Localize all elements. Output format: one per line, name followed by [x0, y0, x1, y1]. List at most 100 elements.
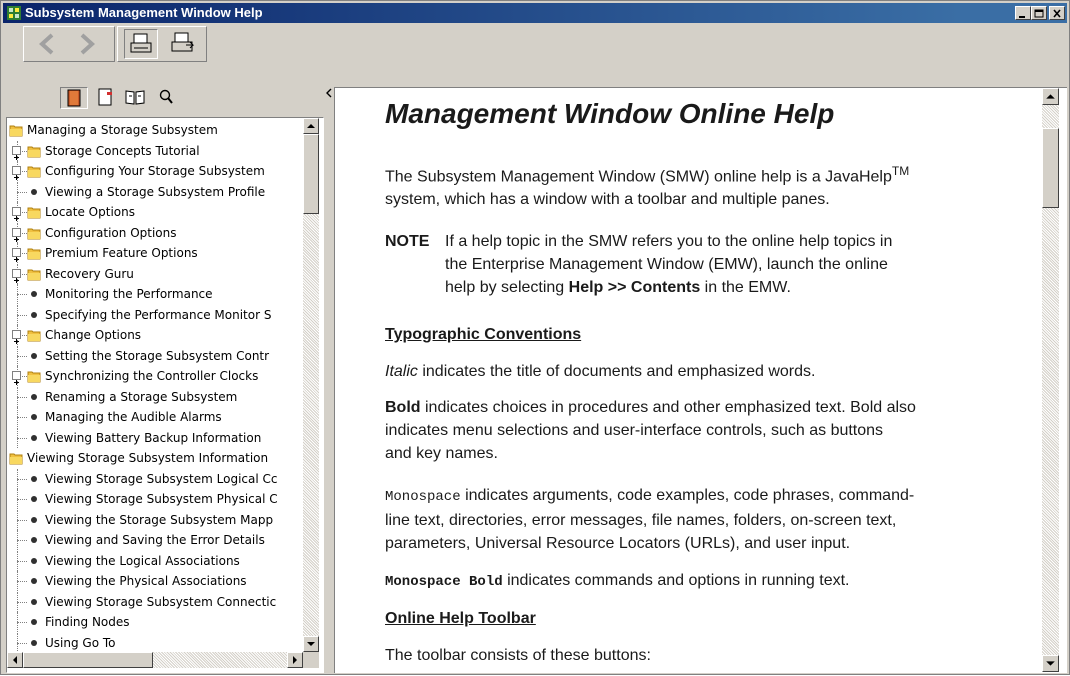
- back-button[interactable]: [30, 29, 64, 59]
- tree-item[interactable]: Configuring Your Storage Subsystem: [9, 161, 307, 181]
- title-bar[interactable]: Subsystem Management Window Help: [3, 3, 1067, 23]
- content-scroll-down-button[interactable]: [1042, 655, 1059, 672]
- tree-item[interactable]: Viewing and Saving the Error Details: [9, 530, 307, 550]
- expand-toggle[interactable]: [12, 371, 21, 385]
- tree-connector: [17, 304, 18, 325]
- tree-item[interactable]: Using Go To: [9, 632, 307, 652]
- tree-connector: [17, 191, 27, 193]
- content-pane: Management Window Online Help The Subsys…: [334, 87, 1067, 673]
- search-icon: [159, 89, 173, 104]
- intro-text-2: system, which has a window with a toolba…: [385, 191, 830, 209]
- tree-item[interactable]: Synchronizing the Controller Clocks: [9, 366, 307, 386]
- note-line-2: the Enterprise Management Window (EMW), …: [445, 256, 888, 273]
- close-button[interactable]: [1049, 6, 1065, 20]
- print-button[interactable]: [124, 29, 158, 59]
- content-vertical-scrollbar[interactable]: [1042, 88, 1059, 672]
- tree-item[interactable]: Viewing the Storage Subsystem Mapp: [9, 509, 307, 530]
- tree-item-label: Premium Feature Options: [45, 246, 198, 260]
- tree-connector: [17, 417, 27, 418]
- monospace-text-1: indicates arguments, code examples, code…: [460, 487, 915, 504]
- tree-item[interactable]: Locate Options: [9, 202, 307, 222]
- tree-item-label: Viewing the Physical Associations: [45, 574, 247, 588]
- plus-icon: [14, 380, 19, 385]
- tree-items: Managing a Storage Subsystem Storage Conc…: [7, 120, 307, 652]
- tab-contents[interactable]: [60, 87, 88, 109]
- tree-item[interactable]: Setting the Storage Subsystem Contr: [9, 345, 307, 366]
- expand-toggle[interactable]: [12, 166, 21, 180]
- plus-icon: [14, 277, 19, 283]
- collapse-arrow-icon[interactable]: [325, 87, 334, 107]
- printer-icon: [130, 33, 152, 53]
- pane-splitter[interactable]: [325, 87, 334, 673]
- tree-item-label: Configuration Options: [45, 225, 177, 240]
- content-scroll-up-button[interactable]: [1042, 88, 1059, 105]
- tree-vertical-scrollbar[interactable]: [303, 118, 319, 652]
- tree-item[interactable]: Viewing Storage Subsystem Information: [9, 448, 307, 468]
- italic-convention: Italic indicates the title of documents …: [385, 360, 815, 383]
- tree-item[interactable]: Finding Nodes: [9, 612, 307, 632]
- tree-item[interactable]: Viewing Storage Subsystem Connectic: [9, 591, 307, 612]
- online-help-toolbar-heading: Online Help Toolbar: [385, 610, 536, 627]
- tree-item[interactable]: Change Options: [9, 325, 307, 345]
- note-label: NOTE: [385, 233, 430, 250]
- tree-item[interactable]: Viewing Storage Subsystem Logical Cc: [9, 468, 307, 489]
- tab-search[interactable]: [154, 87, 182, 109]
- expand-toggle[interactable]: [12, 248, 21, 262]
- tree-item[interactable]: Viewing Storage Subsystem Physical C: [9, 489, 307, 509]
- bold-convention: Bold indicates choices in procedures and…: [385, 396, 916, 465]
- italic-text: indicates the title of documents and emp…: [417, 363, 816, 380]
- print-button-group: [117, 26, 207, 62]
- tree-hscroll-thumb[interactable]: [23, 652, 153, 668]
- tree-horizontal-scrollbar[interactable]: [7, 652, 303, 668]
- tree-item[interactable]: Storage Concepts Tutorial: [9, 140, 307, 161]
- expand-toggle[interactable]: [12, 227, 21, 242]
- expand-toggle[interactable]: [12, 268, 21, 283]
- folder-icon: [27, 226, 41, 240]
- forward-button[interactable]: [70, 29, 104, 59]
- maximize-button[interactable]: [1031, 6, 1047, 20]
- tree-item[interactable]: Managing a Storage Subsystem: [9, 120, 307, 140]
- folder-icon: [27, 369, 41, 383]
- intro-paragraph: The Subsystem Management Window (SMW) on…: [385, 160, 909, 211]
- navigator-pane: Managing a Storage Subsystem Storage Conc…: [6, 87, 324, 673]
- tree-scroll-thumb[interactable]: [303, 134, 319, 214]
- menu-path-help-contents: Help >> Contents: [568, 279, 701, 296]
- arrow-up-icon: [307, 124, 315, 128]
- tree-item-label: Storage Concepts Tutorial: [45, 143, 200, 158]
- content-scroll-thumb[interactable]: [1042, 128, 1059, 208]
- tree-item[interactable]: Viewing the Physical Associations: [9, 571, 307, 591]
- expand-toggle[interactable]: [12, 330, 21, 344]
- tab-glossary[interactable]: [122, 87, 150, 109]
- minimize-button[interactable]: [1015, 6, 1031, 20]
- plus-icon: [14, 236, 19, 242]
- tree-scroll-left-button[interactable]: [7, 652, 23, 668]
- tree-item[interactable]: Managing the Audible Alarms: [9, 407, 307, 427]
- expand-toggle[interactable]: [12, 145, 21, 160]
- tree-item[interactable]: Viewing the Logical Associations: [9, 550, 307, 571]
- tree-item-label: Viewing Storage Subsystem Information: [27, 451, 269, 465]
- tab-index[interactable]: [92, 87, 120, 109]
- monospace-bold-text: indicates commands and options in runnin…: [502, 572, 850, 589]
- tree-item[interactable]: Premium Feature Options: [9, 243, 307, 263]
- topic-bullet-icon: [27, 390, 41, 404]
- expand-toggle[interactable]: [12, 207, 21, 221]
- tree-connector: [17, 581, 27, 582]
- contents-tree[interactable]: Managing a Storage Subsystem Storage Conc…: [6, 117, 324, 673]
- tree-item[interactable]: Monitoring the Performance: [9, 284, 307, 304]
- arrow-left-icon: [13, 656, 17, 664]
- tree-item[interactable]: Specifying the Performance Monitor S: [9, 304, 307, 325]
- tree-connector: [17, 355, 27, 357]
- tree-item[interactable]: Viewing a Storage Subsystem Profile: [9, 181, 307, 202]
- tree-item[interactable]: Renaming a Storage Subsystem: [9, 386, 307, 407]
- tree-item[interactable]: Recovery Guru: [9, 263, 307, 284]
- monospace-text-2: line text, directories, error messages, …: [385, 512, 897, 529]
- tree-item[interactable]: Viewing Battery Backup Information: [9, 427, 307, 448]
- topic-bullet-icon: [27, 595, 41, 609]
- tree-scroll-down-button[interactable]: [303, 636, 319, 652]
- help-window: Subsystem Management Window Help Managin…: [0, 0, 1070, 675]
- tree-item[interactable]: Configuration Options: [9, 222, 307, 243]
- tree-item-label: Monitoring the Performance: [45, 287, 213, 301]
- tree-scroll-up-button[interactable]: [303, 118, 319, 134]
- page-setup-button[interactable]: [166, 29, 200, 59]
- tree-scroll-right-button[interactable]: [287, 652, 303, 668]
